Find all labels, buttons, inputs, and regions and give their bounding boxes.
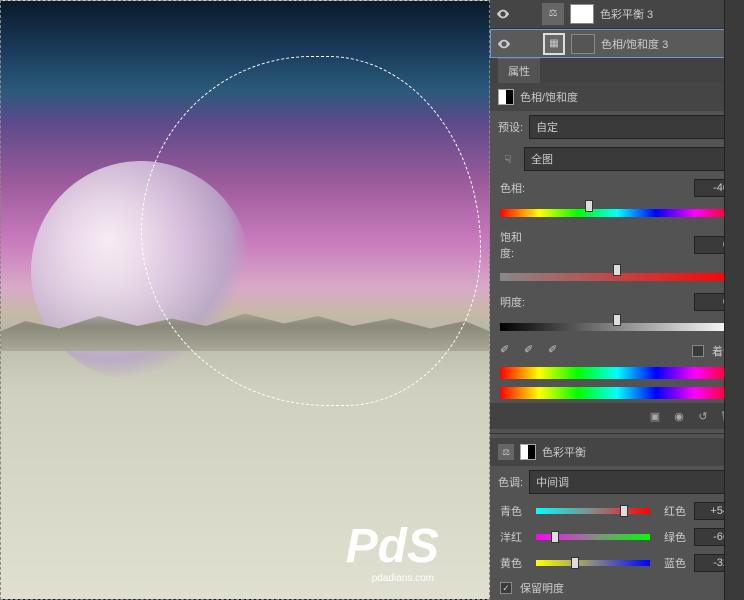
spectrum-bottom — [500, 387, 734, 399]
saturation-label: 饱和度: — [500, 229, 536, 261]
layer-color-balance[interactable]: ⚖ 色彩平衡 3 — [490, 0, 744, 29]
reset-icon[interactable]: ↺ — [694, 407, 712, 425]
balance-icon: ⚖ — [542, 3, 564, 25]
properties-header: 属性 ≡ — [490, 58, 744, 83]
dock-strip[interactable] — [724, 0, 744, 600]
cyan-red-slider[interactable] — [536, 508, 650, 514]
colorize-checkbox[interactable] — [692, 345, 704, 357]
watermark-url: pdadians.com — [372, 573, 434, 584]
hue-label: 色相: — [500, 180, 536, 196]
canvas-viewport[interactable]: PdS pdadians.com — [0, 0, 490, 600]
eyedropper-sub-icon[interactable]: ✐ — [548, 343, 564, 359]
lightness-row: 明度: — [490, 289, 744, 315]
preserve-lum-label: 保留明度 — [520, 580, 564, 596]
layer-name: 色相/饱和度 3 — [601, 36, 668, 52]
tone-row: 色调: 中间调▾ — [490, 466, 744, 498]
preset-row: 预设: 自定▾ — [490, 111, 744, 143]
clip-icon[interactable]: ▣ — [646, 407, 664, 425]
huesat-icon: ▦ — [543, 33, 565, 55]
tab-properties[interactable]: 属性 — [498, 58, 540, 83]
range-dropdown[interactable]: 全图▾ — [524, 147, 736, 171]
visibility-toggle[interactable] — [496, 7, 510, 21]
watermark-text: PdS — [346, 519, 439, 574]
layer-name: 色彩平衡 3 — [600, 6, 653, 22]
balance-icon: ⚖ — [498, 444, 514, 460]
eyedropper-icon[interactable]: ✐ — [500, 343, 516, 359]
panel-footer: ▣ ◉ ↺ 🗑 — [490, 403, 744, 429]
tone-label: 色调: — [498, 474, 523, 490]
layer-mask[interactable] — [570, 4, 594, 24]
eyedropper-add-icon[interactable]: ✐ — [524, 343, 540, 359]
tone-dropdown[interactable]: 中间调▾ — [529, 470, 736, 494]
view-prev-icon[interactable]: ◉ — [670, 407, 688, 425]
preset-label: 预设: — [498, 119, 523, 135]
yellow-blue-row: 黄色 蓝色 — [490, 550, 744, 576]
magenta-green-slider[interactable] — [536, 534, 650, 540]
saturation-row: 饱和度: — [490, 225, 744, 265]
preserve-luminosity-row: ✓ 保留明度 — [490, 576, 744, 600]
adjustment-icon — [520, 444, 536, 460]
lightness-label: 明度: — [500, 294, 536, 310]
saturation-slider[interactable] — [500, 269, 734, 285]
yellow-blue-slider[interactable] — [536, 560, 650, 566]
lightness-slider[interactable] — [500, 319, 734, 335]
adjustment-icon — [498, 89, 514, 105]
range-row: ☟ 全图▾ — [490, 143, 744, 175]
adjustment-title: 色相/饱和度 — [520, 89, 578, 105]
eyedropper-row: ✐ ✐ ✐ 着色 — [490, 339, 744, 363]
cyan-red-row: 青色 红色 — [490, 498, 744, 524]
magenta-green-row: 洋红 绿色 — [490, 524, 744, 550]
right-panels: ⚖ 色彩平衡 3 ▦ 色相/饱和度 3 属性 ≡ 色相/饱和度 预设: 自定▾ … — [490, 0, 744, 600]
preset-dropdown[interactable]: 自定▾ — [529, 115, 736, 139]
scrubby-icon[interactable]: ☟ — [498, 150, 518, 168]
spectrum-top — [500, 367, 734, 379]
adjustment-title-row: 色相/饱和度 — [490, 83, 744, 111]
preserve-lum-checkbox[interactable]: ✓ — [500, 582, 512, 594]
layer-mask[interactable] — [571, 34, 595, 54]
visibility-toggle[interactable] — [497, 37, 511, 51]
hue-row: 色相: — [490, 175, 744, 201]
color-balance-title-row: ⚖ 色彩平衡 — [490, 438, 744, 466]
color-balance-title: 色彩平衡 — [542, 444, 586, 460]
hue-slider[interactable] — [500, 205, 734, 221]
layer-hue-saturation[interactable]: ▦ 色相/饱和度 3 — [490, 29, 744, 58]
